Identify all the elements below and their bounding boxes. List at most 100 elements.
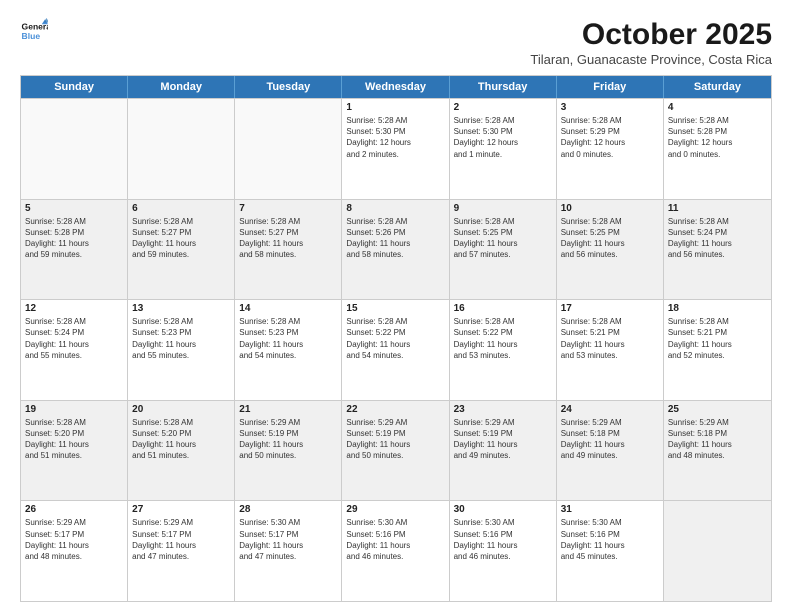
table-row: 18Sunrise: 5:28 AM Sunset: 5:21 PM Dayli… bbox=[664, 300, 771, 400]
day-number: 21 bbox=[239, 404, 337, 415]
title-block: October 2025 Tilaran, Guanacaste Provinc… bbox=[530, 18, 772, 67]
table-row: 25 Sunrise: 5:29 AM Sunset: 5:18 PM Dayli… bbox=[664, 401, 771, 501]
table-row bbox=[128, 99, 235, 199]
day-header-wednesday: Wednesday bbox=[342, 76, 449, 98]
table-row: 17 Sunrise: 5:28 AM Sunset: 5:21 PM Dayli… bbox=[557, 300, 664, 400]
table-row: 1 Sunrise: 5:28 AM Sunset: 5:30 PM Daylig… bbox=[342, 99, 449, 199]
calendar: SundayMondayTuesdayWednesdayThursdayFrid… bbox=[20, 75, 772, 602]
day-header-sunday: Sunday bbox=[21, 76, 128, 98]
day-number: 6 bbox=[132, 203, 230, 214]
day-number: 2 bbox=[454, 102, 552, 113]
calendar-body: 1 Sunrise: 5:28 AM Sunset: 5:30 PM Daylig… bbox=[21, 98, 771, 601]
table-row: 6 Sunrise: 5:28 AM Sunset: 5:27 PM Daylig… bbox=[128, 200, 235, 300]
table-row: 14 Sunrise: 5:28 AM Sunset: 5:23 PM Dayli… bbox=[235, 300, 342, 400]
day-number: 17 bbox=[561, 303, 659, 314]
day-number: 29 bbox=[346, 504, 444, 515]
table-row: 4 Sunrise: 5:28 AM Sunset: 5:28 PM Daylig… bbox=[664, 99, 771, 199]
table-row: 3Sunrise: 5:28 AM Sunset: 5:29 PM Daylig… bbox=[557, 99, 664, 199]
table-row bbox=[21, 99, 128, 199]
day-info: Sunrise: 5:30 AM Sunset: 5:16 PM Dayligh… bbox=[454, 517, 552, 562]
day-info: Sunrise: 5:28 AM Sunset: 5:20 PM Dayligh… bbox=[25, 417, 123, 462]
day-number: 13 bbox=[132, 303, 230, 314]
day-info: Sunrise: 5:28 AM Sunset: 5:20 PM Dayligh… bbox=[132, 417, 230, 462]
table-row: 9 Sunrise: 5:28 AM Sunset: 5:25 PM Daylig… bbox=[450, 200, 557, 300]
table-row: 22 Sunrise: 5:29 AM Sunset: 5:19 PM Dayli… bbox=[342, 401, 449, 501]
day-info: Sunrise: 5:28 AM Sunset: 5:27 PM Dayligh… bbox=[132, 216, 230, 261]
day-info: Sunrise: 5:28 AM Sunset: 5:23 PM Dayligh… bbox=[132, 316, 230, 361]
day-info: Sunrise: 5:29 AM Sunset: 5:17 PM Dayligh… bbox=[132, 517, 230, 562]
day-number: 8 bbox=[346, 203, 444, 214]
day-info: Sunrise: 5:28 AM Sunset: 5:25 PM Dayligh… bbox=[454, 216, 552, 261]
day-number: 3 bbox=[561, 102, 659, 113]
table-row: 11Sunrise: 5:28 AM Sunset: 5:24 PM Dayli… bbox=[664, 200, 771, 300]
day-number: 25 bbox=[668, 404, 767, 415]
table-row: 15Sunrise: 5:28 AM Sunset: 5:22 PM Dayli… bbox=[342, 300, 449, 400]
day-info: Sunrise: 5:28 AM Sunset: 5:30 PM Dayligh… bbox=[454, 115, 552, 160]
table-row: 29 Sunrise: 5:30 AM Sunset: 5:16 PM Dayli… bbox=[342, 501, 449, 601]
day-info: Sunrise: 5:29 AM Sunset: 5:19 PM Dayligh… bbox=[346, 417, 444, 462]
day-info: Sunrise: 5:30 AM Sunset: 5:16 PM Dayligh… bbox=[346, 517, 444, 562]
day-info: Sunrise: 5:28 AM Sunset: 5:28 PM Dayligh… bbox=[668, 115, 767, 160]
header: General Blue October 2025 Tilaran, Guana… bbox=[20, 18, 772, 67]
day-info: Sunrise: 5:29 AM Sunset: 5:17 PM Dayligh… bbox=[25, 517, 123, 562]
table-row: 13 Sunrise: 5:28 AM Sunset: 5:23 PM Dayli… bbox=[128, 300, 235, 400]
week-row-2: 5Sunrise: 5:28 AM Sunset: 5:28 PM Daylig… bbox=[21, 199, 771, 300]
day-info: Sunrise: 5:28 AM Sunset: 5:21 PM Dayligh… bbox=[561, 316, 659, 361]
day-info: Sunrise: 5:28 AM Sunset: 5:26 PM Dayligh… bbox=[346, 216, 444, 261]
calendar-header-row: SundayMondayTuesdayWednesdayThursdayFrid… bbox=[21, 76, 771, 98]
svg-text:Blue: Blue bbox=[22, 31, 41, 41]
day-info: Sunrise: 5:28 AM Sunset: 5:24 PM Dayligh… bbox=[25, 316, 123, 361]
table-row bbox=[664, 501, 771, 601]
day-info: Sunrise: 5:28 AM Sunset: 5:23 PM Dayligh… bbox=[239, 316, 337, 361]
table-row: 5Sunrise: 5:28 AM Sunset: 5:28 PM Daylig… bbox=[21, 200, 128, 300]
day-number: 16 bbox=[454, 303, 552, 314]
day-info: Sunrise: 5:29 AM Sunset: 5:18 PM Dayligh… bbox=[668, 417, 767, 462]
day-info: Sunrise: 5:28 AM Sunset: 5:30 PM Dayligh… bbox=[346, 115, 444, 160]
table-row: 28Sunrise: 5:30 AM Sunset: 5:17 PM Dayli… bbox=[235, 501, 342, 601]
table-row: 2 Sunrise: 5:28 AM Sunset: 5:30 PM Daylig… bbox=[450, 99, 557, 199]
day-number: 10 bbox=[561, 203, 659, 214]
page: General Blue October 2025 Tilaran, Guana… bbox=[0, 0, 792, 612]
day-info: Sunrise: 5:28 AM Sunset: 5:25 PM Dayligh… bbox=[561, 216, 659, 261]
day-number: 20 bbox=[132, 404, 230, 415]
day-number: 22 bbox=[346, 404, 444, 415]
day-info: Sunrise: 5:28 AM Sunset: 5:22 PM Dayligh… bbox=[346, 316, 444, 361]
day-number: 18 bbox=[668, 303, 767, 314]
day-number: 31 bbox=[561, 504, 659, 515]
table-row: 12 Sunrise: 5:28 AM Sunset: 5:24 PM Dayli… bbox=[21, 300, 128, 400]
week-row-5: 26Sunrise: 5:29 AM Sunset: 5:17 PM Dayli… bbox=[21, 500, 771, 601]
table-row: 24 Sunrise: 5:29 AM Sunset: 5:18 PM Dayli… bbox=[557, 401, 664, 501]
month-title: October 2025 bbox=[530, 18, 772, 52]
table-row: 26Sunrise: 5:29 AM Sunset: 5:17 PM Dayli… bbox=[21, 501, 128, 601]
day-number: 1 bbox=[346, 102, 444, 113]
day-info: Sunrise: 5:29 AM Sunset: 5:19 PM Dayligh… bbox=[454, 417, 552, 462]
day-header-monday: Monday bbox=[128, 76, 235, 98]
table-row: 19 Sunrise: 5:28 AM Sunset: 5:20 PM Dayli… bbox=[21, 401, 128, 501]
week-row-4: 19 Sunrise: 5:28 AM Sunset: 5:20 PM Dayli… bbox=[21, 400, 771, 501]
week-row-1: 1 Sunrise: 5:28 AM Sunset: 5:30 PM Daylig… bbox=[21, 98, 771, 199]
day-number: 19 bbox=[25, 404, 123, 415]
day-number: 14 bbox=[239, 303, 337, 314]
day-info: Sunrise: 5:28 AM Sunset: 5:22 PM Dayligh… bbox=[454, 316, 552, 361]
day-info: Sunrise: 5:28 AM Sunset: 5:28 PM Dayligh… bbox=[25, 216, 123, 261]
day-number: 7 bbox=[239, 203, 337, 214]
table-row: 31Sunrise: 5:30 AM Sunset: 5:16 PM Dayli… bbox=[557, 501, 664, 601]
day-number: 9 bbox=[454, 203, 552, 214]
day-info: Sunrise: 5:29 AM Sunset: 5:19 PM Dayligh… bbox=[239, 417, 337, 462]
table-row: 23Sunrise: 5:29 AM Sunset: 5:19 PM Dayli… bbox=[450, 401, 557, 501]
table-row: 7Sunrise: 5:28 AM Sunset: 5:27 PM Daylig… bbox=[235, 200, 342, 300]
day-number: 12 bbox=[25, 303, 123, 314]
day-number: 24 bbox=[561, 404, 659, 415]
subtitle: Tilaran, Guanacaste Province, Costa Rica bbox=[530, 52, 772, 67]
table-row: 30Sunrise: 5:30 AM Sunset: 5:16 PM Dayli… bbox=[450, 501, 557, 601]
table-row: 20 Sunrise: 5:28 AM Sunset: 5:20 PM Dayli… bbox=[128, 401, 235, 501]
week-row-3: 12 Sunrise: 5:28 AM Sunset: 5:24 PM Dayli… bbox=[21, 299, 771, 400]
logo: General Blue bbox=[20, 18, 48, 46]
day-number: 4 bbox=[668, 102, 767, 113]
day-number: 27 bbox=[132, 504, 230, 515]
day-info: Sunrise: 5:29 AM Sunset: 5:18 PM Dayligh… bbox=[561, 417, 659, 462]
table-row: 16 Sunrise: 5:28 AM Sunset: 5:22 PM Dayli… bbox=[450, 300, 557, 400]
table-row: 27 Sunrise: 5:29 AM Sunset: 5:17 PM Dayli… bbox=[128, 501, 235, 601]
day-header-saturday: Saturday bbox=[664, 76, 771, 98]
day-number: 11 bbox=[668, 203, 767, 214]
